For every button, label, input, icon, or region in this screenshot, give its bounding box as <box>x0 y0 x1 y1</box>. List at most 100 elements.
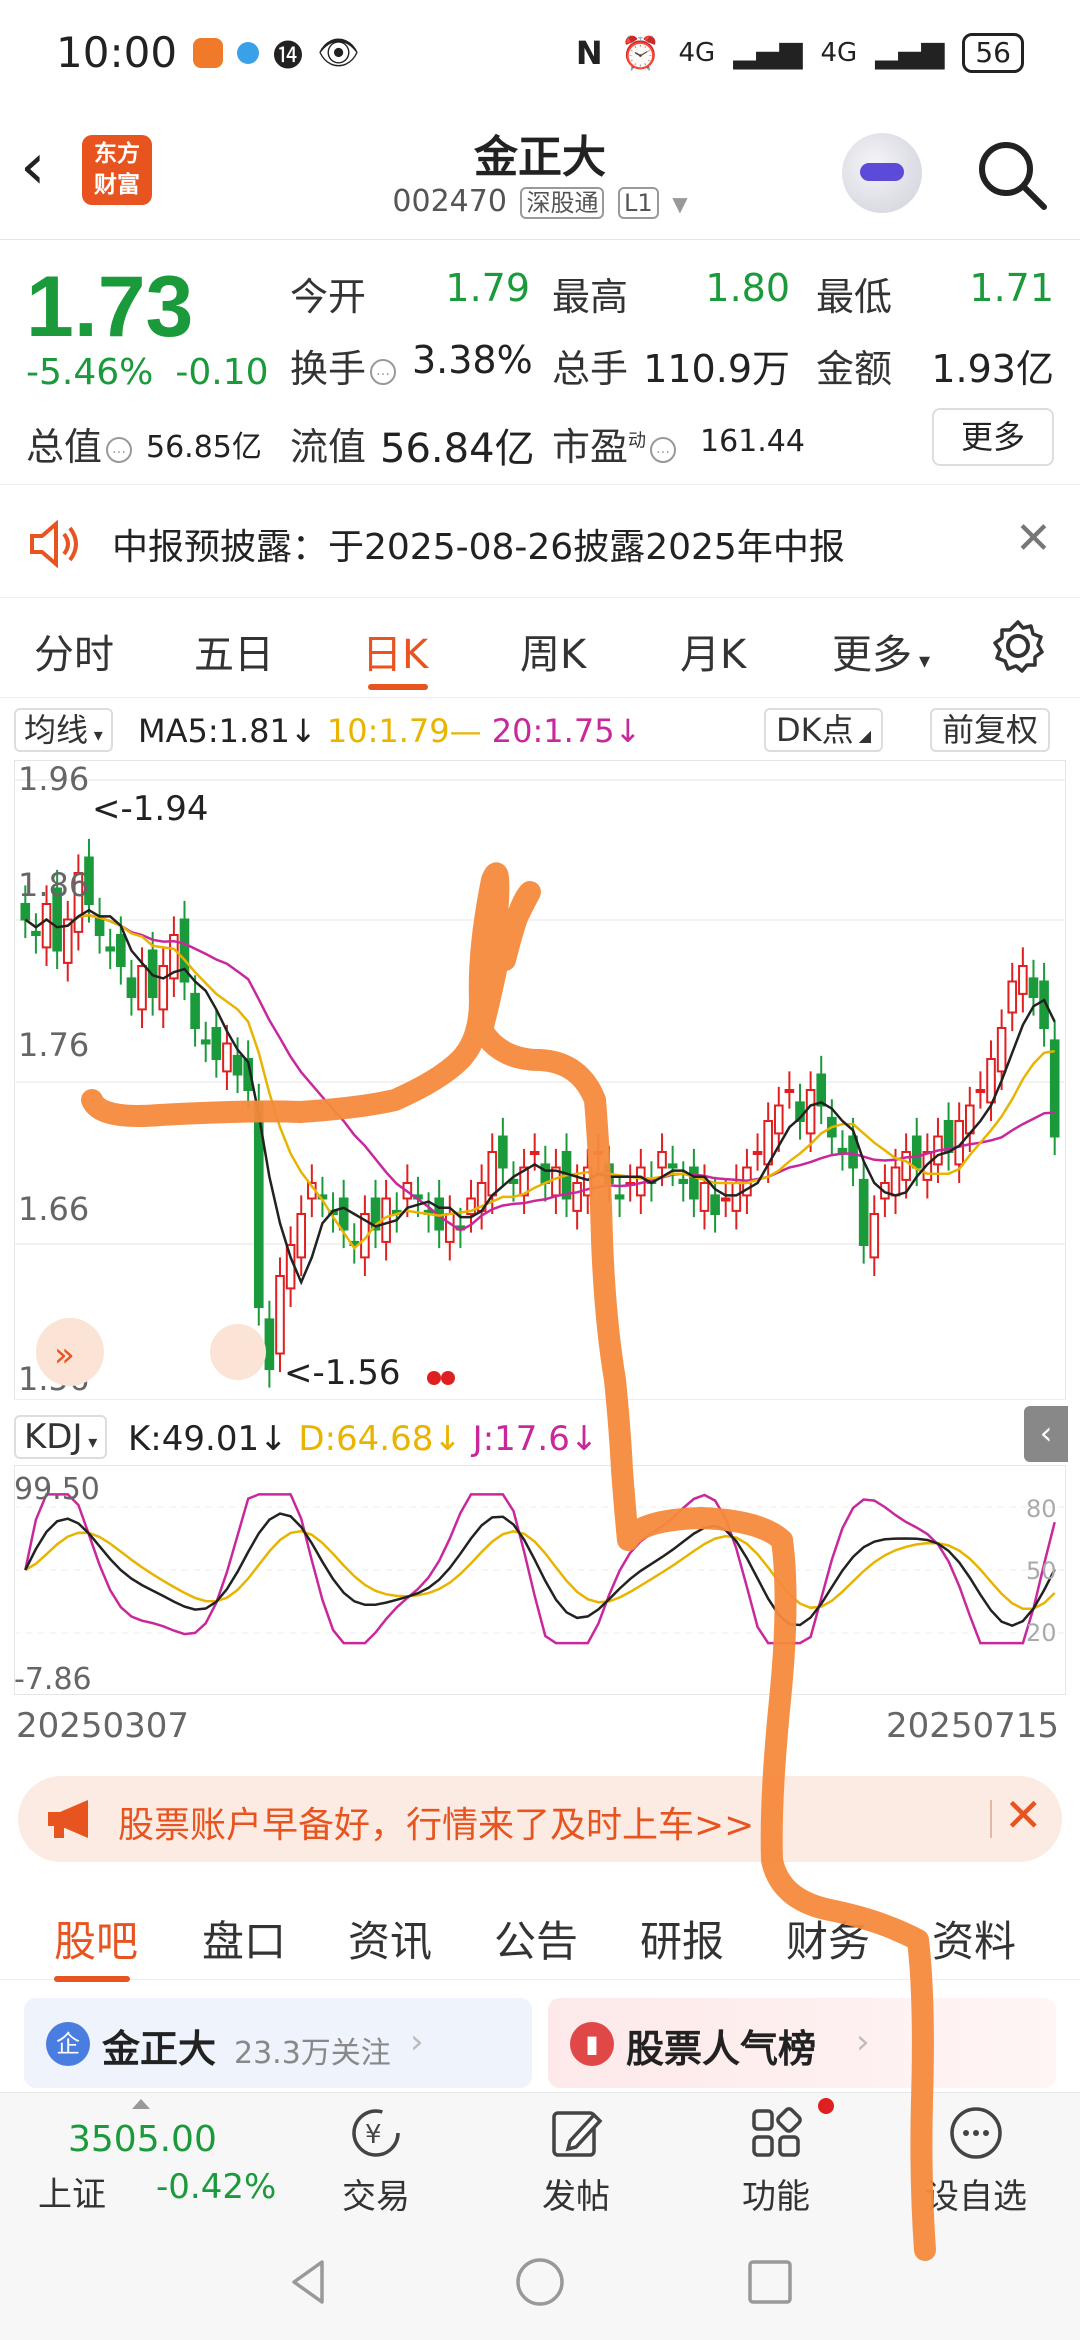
nav-watchlist[interactable]: 设自选 <box>906 2103 1046 2223</box>
feature-cards: 企 金正大 23.3万关注 › ▮ 股票人气榜 › <box>0 1998 1080 2088</box>
candlestick-chart[interactable]: 1.96 1.86 1.76 1.66 1.56 <-1.94 <-1.56 » <box>14 760 1066 1400</box>
price-change: -5.46% -0.10 <box>26 352 269 393</box>
notification-icon <box>237 41 260 64</box>
grid-icon <box>752 2107 802 2157</box>
alarm-icon: ⏰ <box>620 33 661 72</box>
tab-finance[interactable]: 财务 <box>786 1908 870 1969</box>
notice-text: 中报预披露：于2025-08-26披露2025年中报 <box>112 527 845 568</box>
open-label: 今开 <box>290 275 367 319</box>
hd-icon: ⓮ <box>273 38 304 74</box>
high-label: 最高 <box>552 275 629 319</box>
candle <box>689 1166 699 1200</box>
app-notification-icon <box>193 37 224 68</box>
y-tick-label: 1.66 <box>18 1190 89 1228</box>
tab-weekly-k[interactable]: 周K <box>520 622 586 680</box>
date-axis: 20250307 20250715 <box>0 1700 1080 1750</box>
nav-trade[interactable]: ¥ 交易 <box>306 2103 446 2223</box>
gear-icon[interactable] <box>990 618 1046 674</box>
high-value: 1.80 <box>705 266 790 310</box>
candle <box>614 1194 625 1200</box>
section-tabs: 股吧 盘口 资讯 公告 研报 财务 资料 <box>0 1880 1080 1982</box>
float-label: 流值 <box>290 425 367 469</box>
candle <box>986 1058 996 1104</box>
ma-select[interactable]: 均线 ▾ <box>14 708 113 752</box>
info-icon[interactable]: … <box>650 436 677 463</box>
event-dot <box>441 1371 455 1385</box>
search-icon[interactable] <box>972 135 1052 215</box>
notice-bar[interactable]: 中报预披露：于2025-08-26披露2025年中报 ✕ <box>0 488 1080 598</box>
stock-bar-card[interactable]: 企 金正大 23.3万关注 › <box>24 1998 532 2088</box>
connect-tag: 深股通 <box>520 187 605 219</box>
tab-news[interactable]: 资讯 <box>348 1908 432 1969</box>
tab-daily-k[interactable]: 日K <box>362 622 428 680</box>
close-icon[interactable]: ✕ <box>1004 1788 1043 1842</box>
tab-more[interactable]: 更多 ▾ <box>832 622 930 680</box>
kdj-select[interactable]: KDJ ▾ <box>14 1415 108 1459</box>
current-price: 1.73 <box>26 259 194 355</box>
close-icon[interactable]: ✕ <box>1015 513 1052 564</box>
eye-icon: 👁 <box>317 32 361 73</box>
float-value: 56.84亿 <box>380 426 535 472</box>
candle <box>572 1182 582 1212</box>
notification-dot <box>818 2098 834 2114</box>
signal-4g-icon: 4G <box>678 37 716 68</box>
info-icon[interactable]: … <box>370 358 397 385</box>
battery-icon: 56 <box>962 32 1024 73</box>
candle <box>773 1104 784 1135</box>
candle <box>710 1194 720 1215</box>
tab-guba[interactable]: 股吧 <box>54 1908 138 1969</box>
more-button[interactable]: 更多 <box>932 408 1054 466</box>
candle <box>338 1197 349 1231</box>
candle <box>667 1163 678 1169</box>
tab-pankou[interactable]: 盘口 <box>202 1908 286 1969</box>
candle <box>137 965 147 1011</box>
assistant-robot-icon[interactable] <box>842 133 922 213</box>
candle <box>1018 965 1028 995</box>
candle <box>911 1135 922 1169</box>
candle <box>1007 980 1018 1014</box>
kdj-ref-80: 80 <box>1026 1495 1057 1523</box>
signal-bars-icon: ▂▄▆ <box>733 35 803 70</box>
candle <box>529 1151 540 1155</box>
candle <box>200 1039 211 1045</box>
turnover-value: 3.38% <box>412 338 533 382</box>
tab-intraday[interactable]: 分时 <box>34 622 114 680</box>
tab-profile[interactable]: 资料 <box>932 1908 1016 1969</box>
kdj-chart[interactable]: 99.50 -7.86 80 50 20 <box>14 1465 1066 1695</box>
popularity-card[interactable]: ▮ 股票人气榜 › <box>548 1998 1056 2088</box>
nav-post[interactable]: 发帖 <box>506 2103 646 2223</box>
candle <box>232 1054 243 1076</box>
candle <box>487 1151 498 1197</box>
stock-code: 002470 <box>392 184 507 219</box>
candle <box>805 1089 816 1135</box>
mktcap-value: 56.85亿 <box>146 430 262 465</box>
ma-legend: 均线 ▾ MA5:1.81↓ 10:1.79— 20:1.75↓ DK点 ◢ 前… <box>0 700 1080 760</box>
banner-text: 股票账户早备好，行情来了及时上车>> <box>118 1805 755 1846</box>
info-icon[interactable]: … <box>106 436 133 463</box>
dk-point-button[interactable]: DK点 ◢ <box>764 708 884 752</box>
nav-functions[interactable]: 功能 <box>706 2103 846 2223</box>
candle <box>869 1213 880 1259</box>
chevron-down-icon: ▼ <box>672 192 688 216</box>
index-ticker[interactable]: 3505.00 上证 -0.42% <box>0 2093 276 2223</box>
adjust-button[interactable]: 前复权 <box>930 708 1051 752</box>
promo-banner[interactable]: 股票账户早备好，行情来了及时上车>> ✕ <box>18 1776 1062 1862</box>
nav-back-icon[interactable] <box>282 2254 338 2310</box>
index-change: -0.42% <box>156 2167 277 2207</box>
card-followers: 23.3万关注 <box>234 2036 391 2071</box>
tab-announcements[interactable]: 公告 <box>494 1908 578 1969</box>
candle <box>41 903 52 949</box>
high-marker: <-1.94 <box>92 789 208 829</box>
nav-home-icon[interactable] <box>512 2254 568 2310</box>
candle <box>996 1027 1007 1073</box>
tab-monthly-k[interactable]: 月K <box>680 622 746 680</box>
tab-five-day[interactable]: 五日 <box>194 622 274 680</box>
tab-research[interactable]: 研报 <box>640 1908 724 1969</box>
signal-4g-icon-2: 4G <box>820 37 858 68</box>
low-value: 1.71 <box>969 266 1054 310</box>
card-title: 股票人气榜 <box>626 2027 817 2071</box>
y-tick-label: 1.96 <box>18 760 89 798</box>
index-name: 上证 <box>38 2175 106 2215</box>
nav-recents-icon[interactable] <box>742 2254 798 2310</box>
chevron-right-icon: › <box>856 2022 870 2062</box>
